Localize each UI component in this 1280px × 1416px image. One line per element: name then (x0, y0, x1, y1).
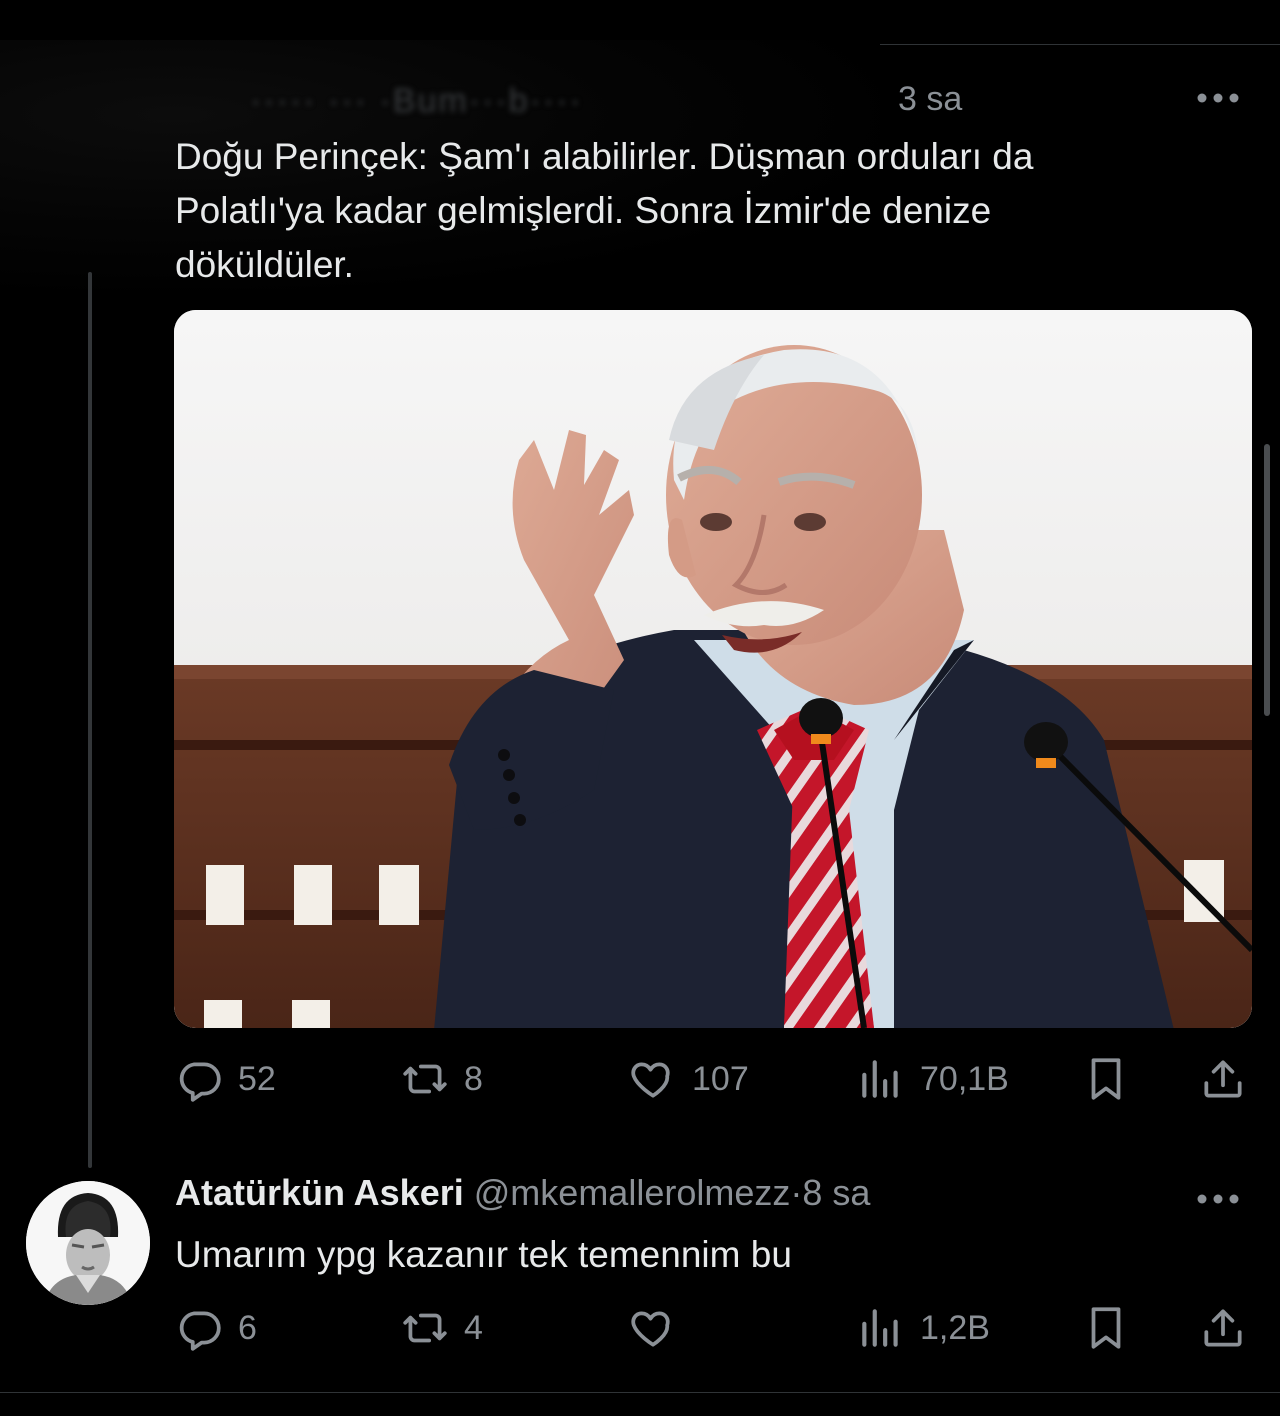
reply-bookmark-button[interactable] (1081, 1303, 1131, 1353)
tweet-timestamp[interactable]: 3 sa (898, 80, 962, 119)
bookmark-icon (1091, 1058, 1121, 1100)
reply-author-line: Atatürkün Askeri @mkemallerolmezz·8 sa (175, 1172, 870, 1214)
reply-text: Umarım ypg kazanır tek temennim bu (175, 1234, 792, 1275)
avatar-portrait (26, 1181, 150, 1305)
reply-retweet-button[interactable]: 4 (400, 1303, 483, 1353)
retweet-button[interactable]: 8 (400, 1054, 483, 1104)
obscured-author-text: ····· ··· ·Bum···b···· (250, 82, 583, 120)
tweet-thread-page: ····· ··· ·Bum···b···· 3 sa Doğu Perinçe… (0, 0, 1280, 1416)
views-count: 70,1B (920, 1059, 1009, 1098)
reply-reply-button[interactable]: 6 (174, 1303, 257, 1353)
share-icon (1204, 1060, 1242, 1098)
tweet-photo[interactable] (174, 310, 1252, 1028)
reply-retweet-count: 4 (464, 1308, 483, 1347)
tweet-text: Doğu Perinçek: Şam'ı alabilirler. Düşman… (175, 136, 1034, 285)
reply-icon (179, 1062, 221, 1102)
scrollbar-thumb[interactable] (1264, 444, 1270, 716)
bottom-divider (0, 1392, 1280, 1393)
thread-connector-line (88, 272, 92, 1168)
reply-author-name[interactable]: Atatürkün Askeri (175, 1172, 464, 1213)
reply-avatar[interactable] (26, 1181, 150, 1305)
retweet-icon (403, 1313, 447, 1343)
reply-timestamp[interactable]: 8 sa (802, 1172, 870, 1213)
tweet-more-button[interactable] (1190, 80, 1246, 116)
share-button[interactable] (1198, 1054, 1248, 1104)
reply-like-button[interactable] (628, 1303, 692, 1353)
views-button[interactable]: 70,1B (856, 1054, 1009, 1104)
views-icon (862, 1309, 898, 1347)
like-icon (631, 1311, 670, 1347)
reply-reply-count: 6 (238, 1308, 257, 1347)
retweet-count: 8 (464, 1059, 483, 1098)
reply-icon (179, 1311, 221, 1351)
bookmark-button[interactable] (1081, 1054, 1131, 1104)
more-icon (1197, 1194, 1239, 1204)
reply-views-count: 1,2B (920, 1308, 990, 1347)
reply-button[interactable]: 52 (174, 1054, 276, 1104)
like-icon (631, 1062, 670, 1098)
like-count: 107 (692, 1059, 749, 1098)
reply-views-button[interactable]: 1,2B (856, 1303, 990, 1353)
like-button[interactable]: 107 (628, 1054, 749, 1104)
reply-author-handle[interactable]: @mkemallerolmezz (474, 1172, 791, 1213)
share-icon (1204, 1309, 1242, 1347)
retweet-icon (403, 1064, 447, 1094)
reply-share-button[interactable] (1198, 1303, 1248, 1353)
reply-separator: · (790, 1172, 803, 1213)
more-icon (1197, 93, 1239, 103)
bookmark-icon (1091, 1307, 1121, 1349)
speaker-photo (174, 310, 1252, 1028)
reply-count: 52 (238, 1059, 276, 1098)
views-icon (862, 1060, 898, 1098)
reply-more-button[interactable] (1190, 1181, 1246, 1217)
